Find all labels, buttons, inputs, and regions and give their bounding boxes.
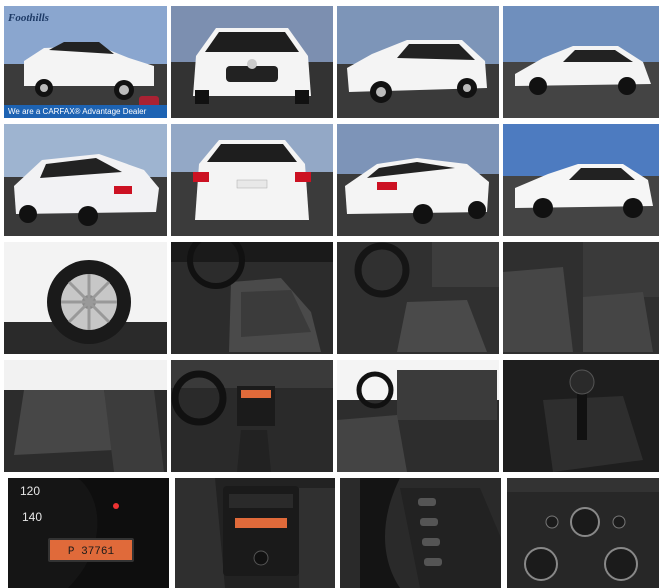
photo-tile-4[interactable] — [503, 6, 659, 118]
photo-tile-12[interactable] — [503, 242, 659, 354]
odometer-value: 37761 — [81, 546, 115, 558]
car-rear-image — [171, 124, 333, 236]
car-front-left-image — [337, 6, 499, 118]
interior-passenger-view-image — [337, 360, 499, 472]
photo-tile-8[interactable] — [503, 124, 659, 236]
speed-label-140: 140 — [22, 510, 43, 524]
photo-tile-17[interactable]: 120 140 P 37761 — [8, 478, 169, 588]
carfax-banner: We are a CARFAX® Advantage Dealer — [4, 105, 167, 118]
front-seats-image — [171, 242, 333, 354]
car-rear-right-image — [337, 124, 499, 236]
photo-tile-7[interactable] — [337, 124, 499, 236]
photo-tile-16[interactable] — [503, 360, 659, 472]
photo-tile-9[interactable] — [4, 242, 167, 354]
car-rear-three-quarter-image — [4, 124, 167, 236]
photo-tile-19[interactable] — [340, 478, 501, 588]
climate-controls-image — [507, 478, 659, 588]
car-side-left-image — [503, 6, 659, 118]
front-seats-passenger-image — [503, 242, 659, 354]
rear-seats-image — [4, 360, 167, 472]
photo-tile-14[interactable] — [171, 360, 333, 472]
dashboard-driver-side-image — [337, 242, 499, 354]
photo-gallery-grid: Foothills We are a CARFAX® Advantage Dea… — [0, 0, 660, 588]
wheel-closeup-image — [4, 242, 167, 354]
photo-tile-1[interactable]: Foothills We are a CARFAX® Advantage Dea… — [4, 6, 167, 118]
speed-label-120: 120 — [20, 484, 41, 498]
photo-tile-3[interactable] — [337, 6, 499, 118]
car-front-image — [171, 6, 333, 118]
center-dash-image — [171, 360, 333, 472]
photo-tile-5[interactable] — [4, 124, 167, 236]
gear-shifter-image — [503, 360, 659, 472]
radio-display — [235, 518, 287, 528]
radio-console-image — [175, 478, 335, 588]
photo-tile-18[interactable] — [175, 478, 335, 588]
photo-tile-6[interactable] — [171, 124, 333, 236]
gear-indicator: P — [67, 546, 75, 558]
photo-tile-20[interactable] — [507, 478, 659, 588]
photo-tile-11[interactable] — [337, 242, 499, 354]
odometer-display: P 37761 — [48, 538, 134, 562]
steering-wheel-controls-image — [340, 478, 501, 588]
dealer-logo: Foothills — [8, 12, 49, 24]
photo-tile-10[interactable] — [171, 242, 333, 354]
photo-tile-13[interactable] — [4, 360, 167, 472]
photo-tile-2[interactable] — [171, 6, 333, 118]
car-side-right-image — [503, 124, 659, 236]
photo-tile-15[interactable] — [337, 360, 499, 472]
